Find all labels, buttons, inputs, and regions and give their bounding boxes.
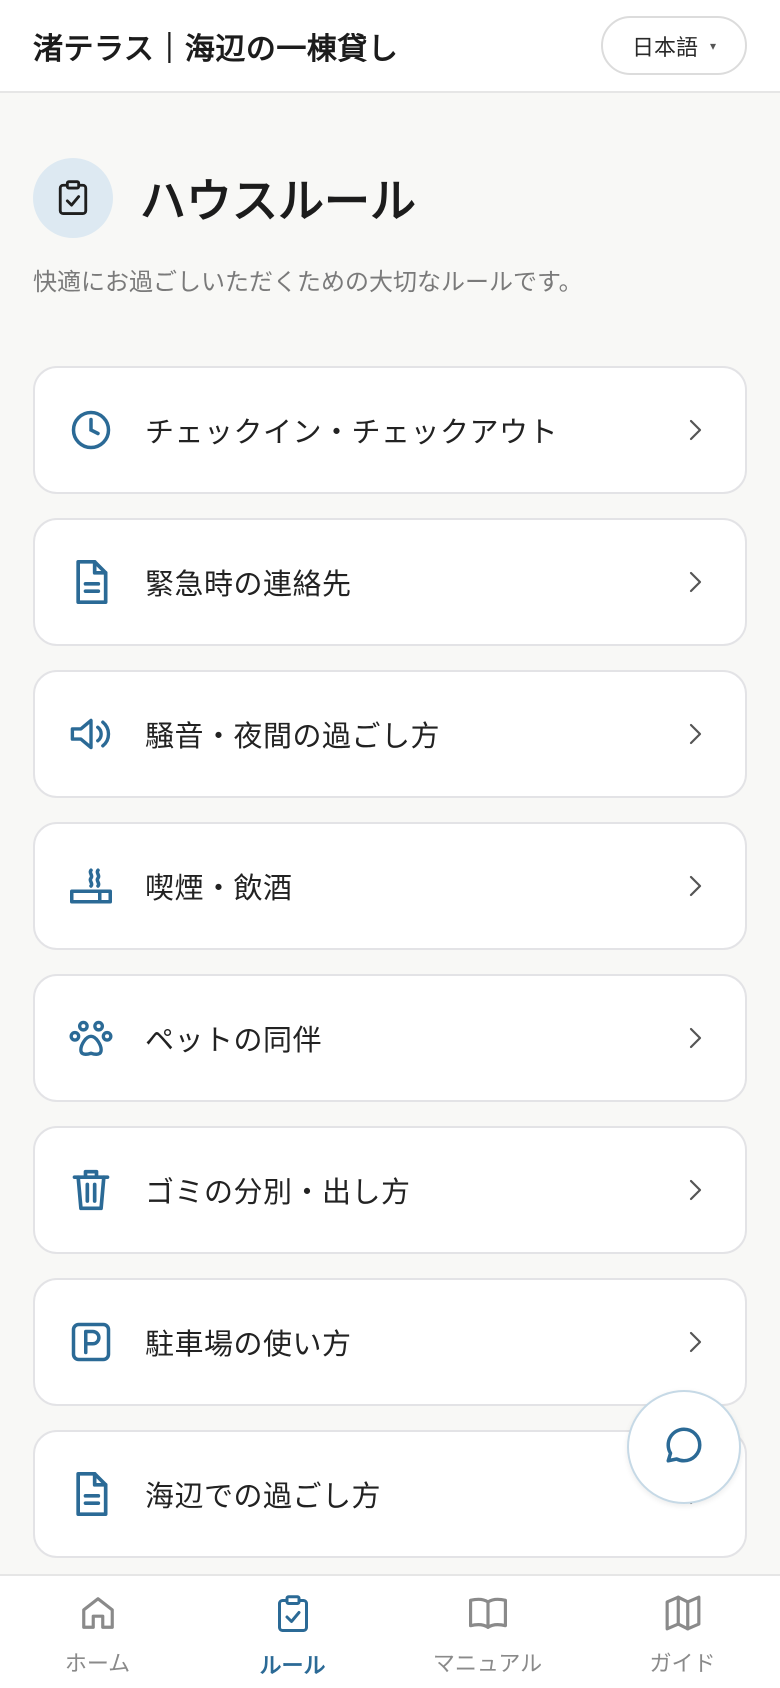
nav-item-guide[interactable]: ガイド xyxy=(585,1576,780,1688)
rule-label: 駐車場の使い方 xyxy=(145,1327,352,1361)
rule-label: チェックイン・チェックアウト xyxy=(145,415,559,449)
nav-item-rules[interactable]: ルール xyxy=(195,1576,390,1688)
rule-list: チェックイン・チェックアウト 緊急時の連絡先 騒音・夜間の過ごし方 喫煙・飲酒 xyxy=(33,366,747,1582)
clock-icon xyxy=(69,408,113,452)
chevron-right-icon xyxy=(683,418,707,442)
smoking-icon xyxy=(69,864,113,908)
nav-label: ルール xyxy=(259,1654,326,1679)
page-heading: ハウスルール xyxy=(33,158,416,238)
rule-item-parking[interactable]: 駐車場の使い方 xyxy=(33,1278,747,1406)
clipboard-check-icon xyxy=(33,158,113,238)
app-header: 渚テラス｜海辺の一棟貸し 日本語 ▾ xyxy=(0,0,780,93)
nav-item-home[interactable]: ホーム xyxy=(0,1576,195,1688)
map-icon xyxy=(663,1594,703,1638)
chevron-right-icon xyxy=(683,722,707,746)
page-title: ハウスルール xyxy=(140,174,416,228)
app-title: 渚テラス｜海辺の一棟貸し xyxy=(33,31,399,67)
paw-icon xyxy=(69,1016,113,1060)
clipboard-check-icon xyxy=(275,1594,311,1640)
rule-item-checkin[interactable]: チェックイン・チェックアウト xyxy=(33,366,747,494)
book-icon xyxy=(467,1594,509,1638)
page-subtitle: 快適にお過ごしいただくための大切なルールです。 xyxy=(33,268,583,296)
trash-icon xyxy=(69,1168,113,1212)
rule-label: 喫煙・飲酒 xyxy=(145,871,293,905)
chevron-right-icon xyxy=(683,1178,707,1202)
parking-icon xyxy=(69,1320,113,1364)
speaker-icon xyxy=(69,712,113,756)
rule-item-noise[interactable]: 騒音・夜間の過ごし方 xyxy=(33,670,747,798)
chat-button[interactable] xyxy=(627,1390,741,1504)
rule-label: 海辺での過ごし方 xyxy=(145,1479,382,1513)
rule-item-smoking[interactable]: 喫煙・飲酒 xyxy=(33,822,747,950)
rule-label: ゴミの分別・出し方 xyxy=(145,1175,411,1209)
rule-item-pets[interactable]: ペットの同伴 xyxy=(33,974,747,1102)
chevron-right-icon xyxy=(683,1026,707,1050)
chat-bubble-icon xyxy=(663,1424,705,1470)
nav-label: マニュアル xyxy=(432,1652,543,1677)
rule-label: 騒音・夜間の過ごし方 xyxy=(145,719,441,753)
bottom-nav: ホーム ルール マニュアル ガイド xyxy=(0,1574,780,1688)
home-icon xyxy=(79,1594,117,1638)
chevron-right-icon xyxy=(683,570,707,594)
chevron-right-icon xyxy=(683,874,707,898)
caret-down-icon: ▾ xyxy=(709,38,717,53)
chevron-right-icon xyxy=(683,1330,707,1354)
nav-label: ガイド xyxy=(649,1652,716,1677)
language-select[interactable]: 日本語 ▾ xyxy=(601,16,747,75)
nav-label: ホーム xyxy=(64,1652,131,1677)
nav-item-manual[interactable]: マニュアル xyxy=(390,1576,585,1688)
document-icon xyxy=(69,560,113,604)
language-selected: 日本語 xyxy=(631,35,698,61)
rule-label: ペットの同伴 xyxy=(145,1023,323,1057)
rule-item-trash[interactable]: ゴミの分別・出し方 xyxy=(33,1126,747,1254)
document-icon xyxy=(69,1472,113,1516)
rule-item-emergency-contact[interactable]: 緊急時の連絡先 xyxy=(33,518,747,646)
rule-label: 緊急時の連絡先 xyxy=(145,567,352,601)
